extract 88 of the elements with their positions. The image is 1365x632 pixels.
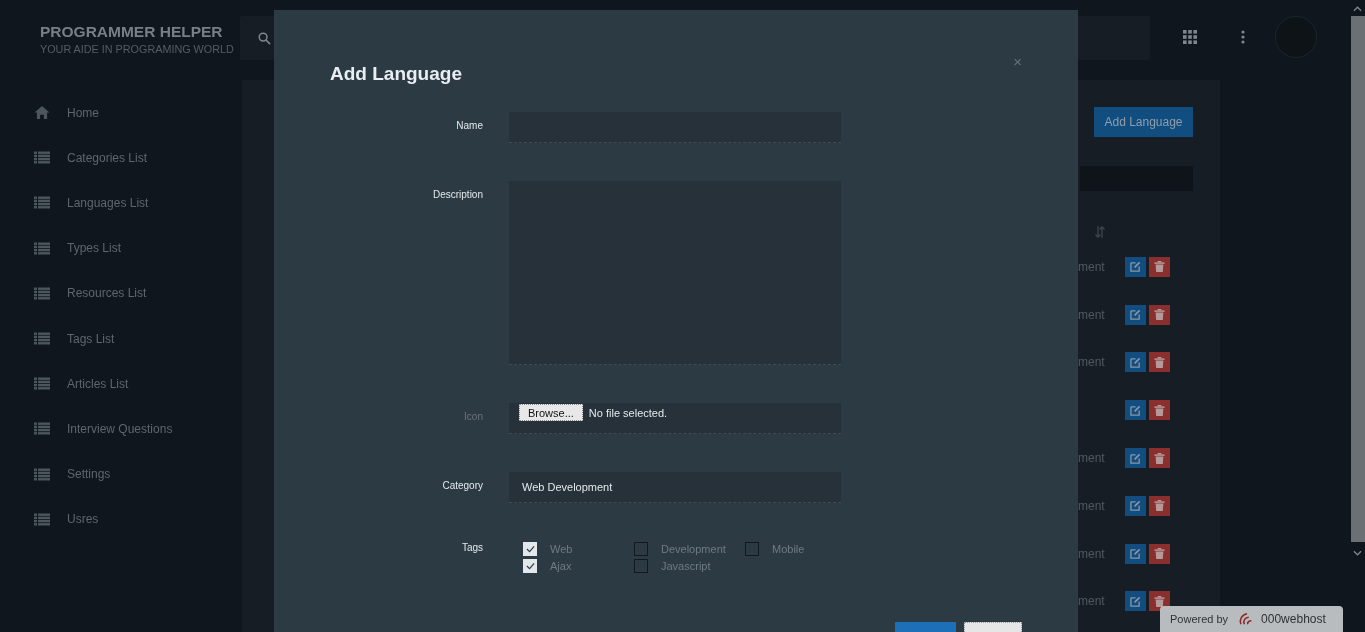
- brand-title: PROGRAMMER HELPER: [40, 22, 224, 42]
- trash-icon: [1154, 548, 1165, 560]
- browse-button[interactable]: Browse...: [519, 404, 583, 421]
- trash-icon: [1154, 309, 1165, 321]
- list-icon: [34, 286, 50, 300]
- edit-button[interactable]: [1125, 591, 1146, 612]
- more-menu-icon[interactable]: [1241, 30, 1245, 44]
- list-icon: [34, 151, 50, 165]
- list-icon: [34, 241, 50, 255]
- dialog-title: Add Language: [330, 62, 462, 85]
- apps-grid-icon[interactable]: [1183, 30, 1197, 44]
- field-label: Tags: [460, 541, 483, 553]
- table-cell-text: ment: [1078, 594, 1106, 609]
- file-status: No file selected.: [588, 406, 668, 421]
- hosting-toast[interactable]: Powered by 000webhost: [1160, 606, 1343, 632]
- edit-icon: [1130, 309, 1141, 321]
- field-label: Category: [441, 479, 483, 491]
- edit-icon: [1130, 548, 1141, 560]
- delete-button[interactable]: [1149, 304, 1170, 325]
- edit-icon: [1130, 357, 1141, 368]
- field-label: Description: [431, 188, 483, 200]
- edit-button[interactable]: [1125, 352, 1146, 373]
- trash-icon: [1154, 452, 1165, 464]
- list-icon: [34, 377, 50, 391]
- trash-icon: [1154, 404, 1165, 416]
- category-select[interactable]: Web Development: [509, 472, 841, 503]
- home-icon: [34, 106, 50, 120]
- add-language-button[interactable]: Add Language: [1094, 107, 1193, 137]
- checkbox-label: Mobile: [772, 543, 805, 555]
- checkbox-label: Javascript: [661, 560, 711, 572]
- sidebar-item[interactable]: Tags List: [0, 315, 240, 362]
- edit-button[interactable]: [1125, 448, 1146, 469]
- close-button[interactable]: ×: [1013, 52, 1022, 70]
- list-icon: [34, 512, 50, 526]
- list-icon: [34, 332, 50, 346]
- checkbox-label: Ajax: [550, 560, 572, 572]
- delete-button[interactable]: [1149, 495, 1170, 516]
- edit-icon: [1130, 261, 1141, 273]
- brand-tagline: YOUR AIDE IN PROGRAMING WORLD: [40, 42, 235, 56]
- table-cell-text: ment: [1078, 355, 1106, 370]
- edit-icon: [1130, 595, 1141, 607]
- checkbox[interactable]: [745, 542, 759, 556]
- table-cell-text: ment: [1078, 259, 1106, 274]
- trash-icon: [1154, 500, 1165, 512]
- edit-button[interactable]: [1125, 304, 1146, 325]
- sidebar-item[interactable]: Languages List: [0, 180, 240, 226]
- scroll-down-icon[interactable]: [1353, 550, 1362, 556]
- table-cell-text: ment: [1078, 307, 1106, 322]
- trash-icon: [1154, 357, 1165, 368]
- table-cell-text: ment: [1078, 546, 1106, 561]
- sidebar-item[interactable]: Categories List: [0, 135, 240, 181]
- sidebar-item[interactable]: Articles List: [0, 361, 240, 407]
- list-icon: [34, 467, 50, 481]
- delete-button[interactable]: [1149, 352, 1170, 373]
- edit-button[interactable]: [1125, 543, 1146, 564]
- delete-button[interactable]: [1149, 256, 1170, 277]
- checkbox-label: Web: [550, 543, 573, 555]
- table-cell-text: ment: [1078, 451, 1106, 466]
- search-icon: [258, 31, 271, 45]
- checkbox[interactable]: [634, 559, 648, 573]
- sidebar-item[interactable]: Home: [0, 90, 240, 136]
- list-icon: [34, 422, 50, 436]
- sidebar-item[interactable]: Types List: [0, 225, 240, 271]
- trash-icon: [1154, 595, 1165, 607]
- delete-button[interactable]: [1149, 591, 1170, 612]
- delete-button[interactable]: [1149, 400, 1170, 421]
- edit-button[interactable]: [1125, 400, 1146, 421]
- checkbox[interactable]: [634, 542, 648, 556]
- trash-icon: [1154, 261, 1165, 273]
- sidebar-item[interactable]: Resources List: [0, 270, 240, 316]
- scroll-up-icon[interactable]: [1353, 6, 1362, 12]
- scrollbar-thumb[interactable]: [1350, 16, 1365, 542]
- sidebar-item[interactable]: Interview Questions: [0, 406, 240, 452]
- edit-icon: [1130, 500, 1141, 512]
- edit-button[interactable]: [1125, 495, 1146, 516]
- field-label: Name: [455, 119, 483, 131]
- edit-icon: [1130, 452, 1141, 464]
- delete-button[interactable]: [1149, 543, 1170, 564]
- delete-button[interactable]: [1149, 448, 1170, 469]
- edit-icon: [1130, 404, 1141, 416]
- checkbox-label: Development: [661, 543, 726, 555]
- list-icon: [34, 196, 50, 210]
- sidebar-item[interactable]: Usres: [0, 496, 240, 542]
- name-input[interactable]: [509, 112, 841, 143]
- table-cell-text: ment: [1078, 498, 1106, 513]
- edit-button[interactable]: [1125, 256, 1146, 277]
- sidebar-item[interactable]: Settings: [0, 451, 240, 497]
- file-input[interactable]: Browse... No file selected.: [509, 403, 841, 434]
